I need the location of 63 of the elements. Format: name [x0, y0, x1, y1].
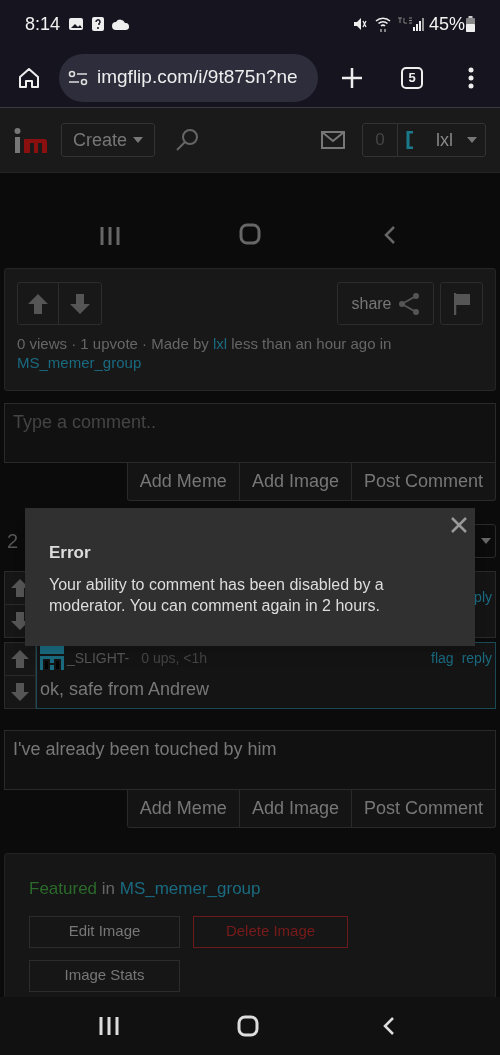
clock-time: 8:14 — [25, 12, 61, 36]
signal-icon — [396, 17, 425, 31]
recent-apps-icon[interactable] — [98, 1017, 120, 1035]
caret-icon — [467, 137, 477, 143]
down-arrow-icon — [70, 293, 90, 314]
tab-count-button[interactable]: 5 — [401, 66, 423, 89]
wifi-icon — [374, 16, 391, 32]
comment-action-button[interactable]: Add Meme — [127, 463, 239, 500]
dialog-title: Error — [49, 542, 92, 564]
share-button[interactable]: share — [337, 282, 434, 325]
close-icon[interactable] — [451, 517, 467, 533]
mute-icon — [352, 17, 367, 31]
home-icon[interactable] — [18, 66, 40, 89]
mail-icon[interactable] — [321, 131, 345, 149]
create-menu-button[interactable]: Create — [61, 123, 156, 157]
group-link[interactable]: MS_memer_group — [17, 354, 142, 371]
battery-icon — [466, 16, 475, 32]
dialog-message: Your ability to comment has been disabled by a moderator. You can comment again in 2 hours. — [49, 574, 385, 616]
comment-action-link[interactable]: reply — [461, 647, 492, 669]
flag-icon — [453, 292, 470, 315]
back-icon — [384, 225, 396, 245]
caret-icon — [133, 137, 144, 143]
up-arrow-icon — [11, 650, 29, 668]
down-arrow-icon — [11, 683, 29, 701]
cloud-icon — [112, 18, 131, 30]
image-action-button[interactable]: Edit Image — [29, 915, 180, 948]
share-icon — [397, 292, 420, 315]
battery-percent: 45% — [428, 12, 465, 36]
comment-action-link[interactable]: flag — [431, 647, 454, 669]
flag-button[interactable] — [440, 282, 483, 325]
image-icon — [68, 17, 85, 31]
recent-apps-icon — [99, 227, 121, 245]
back-icon[interactable] — [383, 1016, 395, 1036]
avatar-icon — [406, 131, 414, 149]
author-link[interactable]: lxl — [212, 335, 228, 352]
user-menu-button[interactable]: lxl — [398, 124, 485, 156]
post-meta: 0 views · 1 upvote · Made by lxl less than an hour ago in MS_memer_group — [17, 334, 393, 372]
caret-icon — [481, 538, 491, 544]
avatar-icon — [40, 646, 64, 670]
comment-action-button[interactable]: Post Comment — [350, 463, 495, 500]
group-link[interactable]: MS_memer_group — [119, 879, 261, 898]
comment-action-button[interactable]: Add Meme — [127, 790, 239, 827]
more-icon[interactable] — [468, 66, 474, 89]
search-icon[interactable] — [175, 128, 200, 152]
featured-text: Featured in MS_memer_group — [29, 878, 262, 900]
comment-action-button[interactable]: Post Comment — [350, 790, 495, 827]
comment-field[interactable]: I've already been touched by him — [4, 730, 496, 790]
comment-action-button[interactable]: Add Image — [238, 790, 351, 827]
home-button-icon — [239, 223, 261, 245]
username-link[interactable]: _SLIGHT- — [67, 647, 130, 669]
home-button-icon[interactable] — [237, 1015, 259, 1037]
url-text: imgflip.com/i/9t875n?ne — [97, 65, 298, 90]
address-bar[interactable]: imgflip.com/i/9t875n?ne — [59, 53, 318, 102]
image-action-button[interactable]: Image Stats — [29, 959, 180, 992]
site-logo-icon — [14, 127, 48, 153]
plus-icon[interactable] — [341, 66, 363, 89]
up-arrow-icon — [28, 293, 48, 314]
unknown-file-icon — [92, 17, 105, 31]
comment-text: ok, safe from Andrew — [40, 678, 211, 701]
site-settings-icon — [68, 69, 88, 86]
comment-count: 2 — [7, 529, 19, 554]
comment-action-button[interactable]: Add Image — [238, 463, 351, 500]
comment-action-link[interactable]: ply — [474, 586, 492, 608]
